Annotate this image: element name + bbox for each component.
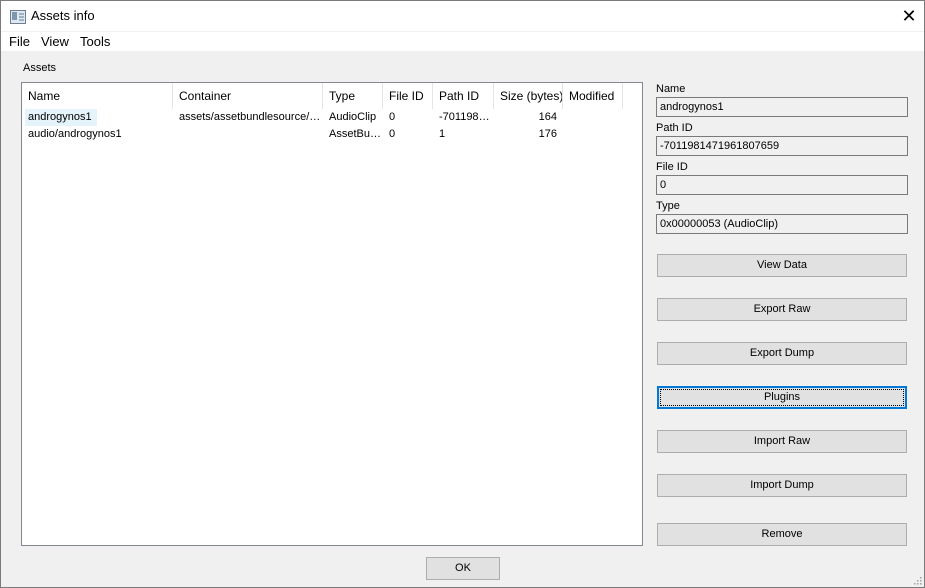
path-id-field[interactable]: -7011981471961807659 bbox=[656, 136, 908, 156]
cell-container bbox=[173, 126, 323, 143]
cell-type: AssetBundle bbox=[329, 128, 383, 140]
column-header-size[interactable]: Size (bytes) bbox=[494, 83, 563, 109]
type-field[interactable]: 0x00000053 (AudioClip) bbox=[656, 214, 908, 234]
ok-button[interactable]: OK bbox=[426, 557, 500, 580]
menu-bar: File View Tools bbox=[1, 32, 924, 51]
column-header-name[interactable]: Name bbox=[22, 83, 173, 109]
name-label: Name bbox=[656, 83, 686, 95]
app-icon bbox=[10, 10, 26, 24]
cell-file-id: 0 bbox=[389, 111, 396, 123]
import-raw-button[interactable]: Import Raw bbox=[657, 430, 907, 453]
export-dump-button[interactable]: Export Dump bbox=[657, 342, 907, 365]
name-field[interactable]: androgynos1 bbox=[656, 97, 908, 117]
assets-info-window: Assets info ✕ File View Tools Assets Nam… bbox=[0, 0, 925, 588]
path-id-label: Path ID bbox=[656, 122, 693, 134]
menu-view[interactable]: View bbox=[41, 34, 69, 49]
cell-modified bbox=[563, 109, 623, 126]
import-dump-button[interactable]: Import Dump bbox=[657, 474, 907, 497]
type-label: Type bbox=[656, 200, 680, 212]
cell-size: 176 bbox=[538, 128, 557, 140]
column-header-path-id[interactable]: Path ID bbox=[433, 83, 494, 109]
table-row[interactable]: audio/androgynos1 AssetBundle 0 1 176 bbox=[22, 126, 642, 143]
cell-type: AudioClip bbox=[329, 111, 377, 123]
cell-name: audio/androgynos1 bbox=[28, 128, 122, 140]
column-header-container[interactable]: Container bbox=[173, 83, 323, 109]
export-raw-button[interactable]: Export Raw bbox=[657, 298, 907, 321]
cell-container: assets/assetbundlesource/audio/androgyno… bbox=[179, 111, 323, 123]
remove-button[interactable]: Remove bbox=[657, 523, 907, 546]
cell-modified bbox=[563, 126, 623, 143]
column-header-file-id[interactable]: File ID bbox=[383, 83, 433, 109]
assets-list[interactable]: Name Container Type File ID Path ID Size… bbox=[21, 82, 643, 546]
cell-size: 164 bbox=[538, 111, 557, 123]
title-bar: Assets info ✕ bbox=[1, 1, 924, 31]
view-data-button[interactable]: View Data bbox=[657, 254, 907, 277]
table-row[interactable]: androgynos1 assets/assetbundlesource/aud… bbox=[22, 109, 642, 126]
plugins-button[interactable]: Plugins bbox=[657, 386, 907, 409]
cell-path-id: -7011981471961807659 bbox=[439, 111, 494, 123]
cell-path-id: 1 bbox=[439, 128, 446, 140]
file-id-field[interactable]: 0 bbox=[656, 175, 908, 195]
menu-file[interactable]: File bbox=[9, 34, 30, 49]
cell-file-id: 0 bbox=[389, 128, 396, 140]
file-id-label: File ID bbox=[656, 161, 688, 173]
window-title: Assets info bbox=[31, 8, 95, 23]
cell-name: androgynos1 bbox=[28, 111, 92, 123]
column-header-type[interactable]: Type bbox=[323, 83, 383, 109]
column-header-modified[interactable]: Modified bbox=[563, 83, 623, 109]
close-icon[interactable]: ✕ bbox=[894, 1, 924, 31]
menu-tools[interactable]: Tools bbox=[80, 34, 110, 49]
resize-grip-icon[interactable] bbox=[912, 575, 922, 585]
assets-group-label: Assets bbox=[23, 62, 57, 74]
